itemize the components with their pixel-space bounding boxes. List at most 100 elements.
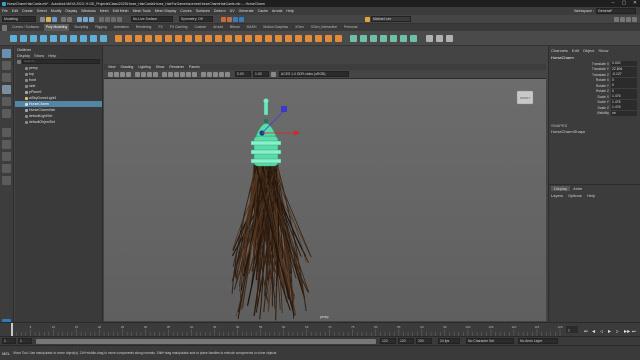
fps-dropdown[interactable]: 24 fps xyxy=(438,338,460,344)
viewport-menu-panels[interactable]: Panels xyxy=(189,65,200,69)
menu-mesh-display[interactable]: Mesh Display xyxy=(155,9,177,13)
symmetry-dropdown[interactable]: Symmetry: Off xyxy=(179,16,213,22)
maximize-button[interactable]: ▢ xyxy=(619,0,629,7)
gamma-field[interactable]: 0.00 xyxy=(235,71,251,77)
colorspace-dropdown[interactable]: ACES 1.0 SDR-video (sRGB) xyxy=(279,71,349,77)
delete-edge-icon[interactable] xyxy=(325,34,332,42)
outliner-menu-display[interactable]: Display xyxy=(17,53,30,58)
range-end-field[interactable]: 120 xyxy=(398,338,414,344)
separate-icon[interactable] xyxy=(125,34,132,42)
smooth-icon[interactable] xyxy=(155,34,162,42)
attr-rotate-y[interactable]: Rotate Y0 xyxy=(549,83,640,89)
target-weld-icon[interactable] xyxy=(245,34,252,42)
image-plane-icon[interactable] xyxy=(126,71,131,77)
bridge-icon[interactable] xyxy=(195,34,202,42)
channel-tab-object[interactable]: Object xyxy=(583,48,595,53)
shelf-tab-rendering[interactable]: Rendering xyxy=(134,24,154,31)
snap-grid-icon[interactable] xyxy=(99,16,104,22)
snap-plane-icon[interactable] xyxy=(117,16,122,22)
menu-create[interactable]: Create xyxy=(22,9,33,13)
fill-hole-icon[interactable] xyxy=(215,34,222,42)
connect-icon[interactable] xyxy=(255,34,262,42)
snap-point-icon[interactable] xyxy=(111,16,116,22)
shelf-tab-fx[interactable]: FX xyxy=(156,24,164,31)
attr-translate-y[interactable]: Translate Y 22.804 xyxy=(549,66,640,73)
channel-tab-show[interactable]: Show xyxy=(598,48,608,53)
offset-loop-icon[interactable] xyxy=(285,34,292,42)
menu-modify[interactable]: Modify xyxy=(51,9,62,13)
camera-select-icon[interactable] xyxy=(108,71,113,77)
collapse-icon[interactable] xyxy=(295,34,302,42)
attr-translate-x[interactable]: Translate X 0.002 xyxy=(549,61,640,67)
detach-icon[interactable] xyxy=(315,34,322,42)
poly-pipe-icon[interactable] xyxy=(90,34,97,42)
extrude-icon[interactable] xyxy=(185,34,192,42)
attr-value[interactable]: 1.476 xyxy=(611,105,637,111)
time-slider[interactable]: 5 10 15 20 25 30 35 40 45 50 55 60 65 70 75 80 85 90 95 100… xyxy=(0,322,640,337)
select-component-icon[interactable] xyxy=(89,16,94,22)
open-scene-icon[interactable] xyxy=(46,16,51,22)
gate-mask-icon[interactable] xyxy=(153,71,158,77)
average-vertices-icon[interactable] xyxy=(165,34,172,42)
poly-disc-icon[interactable] xyxy=(70,34,77,42)
automatic-uv-icon[interactable] xyxy=(380,34,387,42)
ambient-occlusion-icon[interactable] xyxy=(201,71,206,77)
menu-mesh-tools[interactable]: Mesh Tools xyxy=(133,9,151,13)
playback-button[interactable]: ▷ xyxy=(616,329,620,334)
attr-value[interactable]: 0 xyxy=(611,77,637,83)
shelf-tab-arnold[interactable]: Arnold xyxy=(211,24,225,31)
shelf-tab-rigging[interactable]: Rigging xyxy=(93,24,109,31)
paint-select-tool-icon[interactable] xyxy=(2,73,11,82)
select-hierarchy-icon[interactable] xyxy=(77,16,82,22)
attr-value[interactable]: 1.476 xyxy=(611,99,637,105)
attr-visibility[interactable]: Visibility on xyxy=(549,110,640,117)
attr-translate-z[interactable]: Translate Z -0.127 xyxy=(549,72,640,78)
anim-layer-dropdown[interactable]: No Anim Layer xyxy=(518,338,558,344)
boolean-icon[interactable] xyxy=(145,34,152,42)
layout-uv-icon[interactable] xyxy=(410,34,417,42)
edge-loop-icon[interactable] xyxy=(275,34,282,42)
menu-mesh[interactable]: Mesh xyxy=(100,9,109,13)
attr-value[interactable]: -0.127 xyxy=(611,72,637,78)
unfold-icon[interactable] xyxy=(400,34,407,42)
menu-curves[interactable]: Curves xyxy=(180,9,191,13)
channel-tab-edit[interactable]: Edit xyxy=(572,48,579,53)
center-pivot-icon[interactable] xyxy=(446,34,453,42)
color-management-icon[interactable] xyxy=(271,71,276,77)
shelf-tab-curves-surfaces[interactable]: Curves / Surfaces xyxy=(10,24,41,31)
save-scene-icon[interactable] xyxy=(52,16,57,22)
playback-button[interactable]: ◁ xyxy=(599,329,603,334)
viewport-menu-lighting[interactable]: Lighting xyxy=(138,65,150,69)
planar-uv-icon[interactable] xyxy=(350,34,357,42)
bookmark-icon[interactable] xyxy=(120,71,125,77)
range-start-field[interactable]: 1 xyxy=(2,338,16,344)
attribute-editor-icon[interactable] xyxy=(620,16,625,22)
outliner-menu-show[interactable]: Show xyxy=(34,53,44,58)
mel-label[interactable]: MEL xyxy=(2,351,10,356)
poly-helix-icon[interactable] xyxy=(100,34,107,42)
quad-draw-icon[interactable] xyxy=(265,34,272,42)
menu-arnold[interactable]: Arnold xyxy=(272,9,282,13)
attr-value[interactable]: 0 xyxy=(611,88,637,94)
layer-menu-help[interactable]: Help xyxy=(587,193,595,198)
four-view-layout-icon[interactable] xyxy=(2,140,11,149)
attr-scale-z[interactable]: Scale Z 1.476 xyxy=(549,105,640,111)
tool-settings-icon[interactable] xyxy=(626,16,631,22)
range-bar[interactable] xyxy=(36,338,376,344)
shelf-tab-xgen[interactable]: XGen xyxy=(293,24,306,31)
shelf-tab-personal[interactable]: Personal xyxy=(342,24,359,31)
playback-button[interactable]: ▶ xyxy=(608,329,612,334)
attr-scale-y[interactable]: Scale Y 1.476 xyxy=(549,99,640,106)
outliner-layout-icon[interactable] xyxy=(2,176,11,185)
attr-value[interactable]: 22.804 xyxy=(611,66,637,72)
triangulate-icon[interactable] xyxy=(335,34,342,42)
shadows-icon[interactable] xyxy=(192,71,197,77)
shape-row[interactable]: HorseCharmShape xyxy=(549,128,640,134)
menu-edit[interactable]: Edit xyxy=(12,9,18,13)
attr-value[interactable]: 1.476 xyxy=(611,94,637,100)
delete-history-icon[interactable] xyxy=(426,34,433,42)
menu-help[interactable]: Help xyxy=(286,9,293,13)
menu-select[interactable]: Select xyxy=(37,9,47,13)
rotate-tool-icon[interactable] xyxy=(2,97,11,106)
close-button[interactable]: ✕ xyxy=(630,0,640,7)
